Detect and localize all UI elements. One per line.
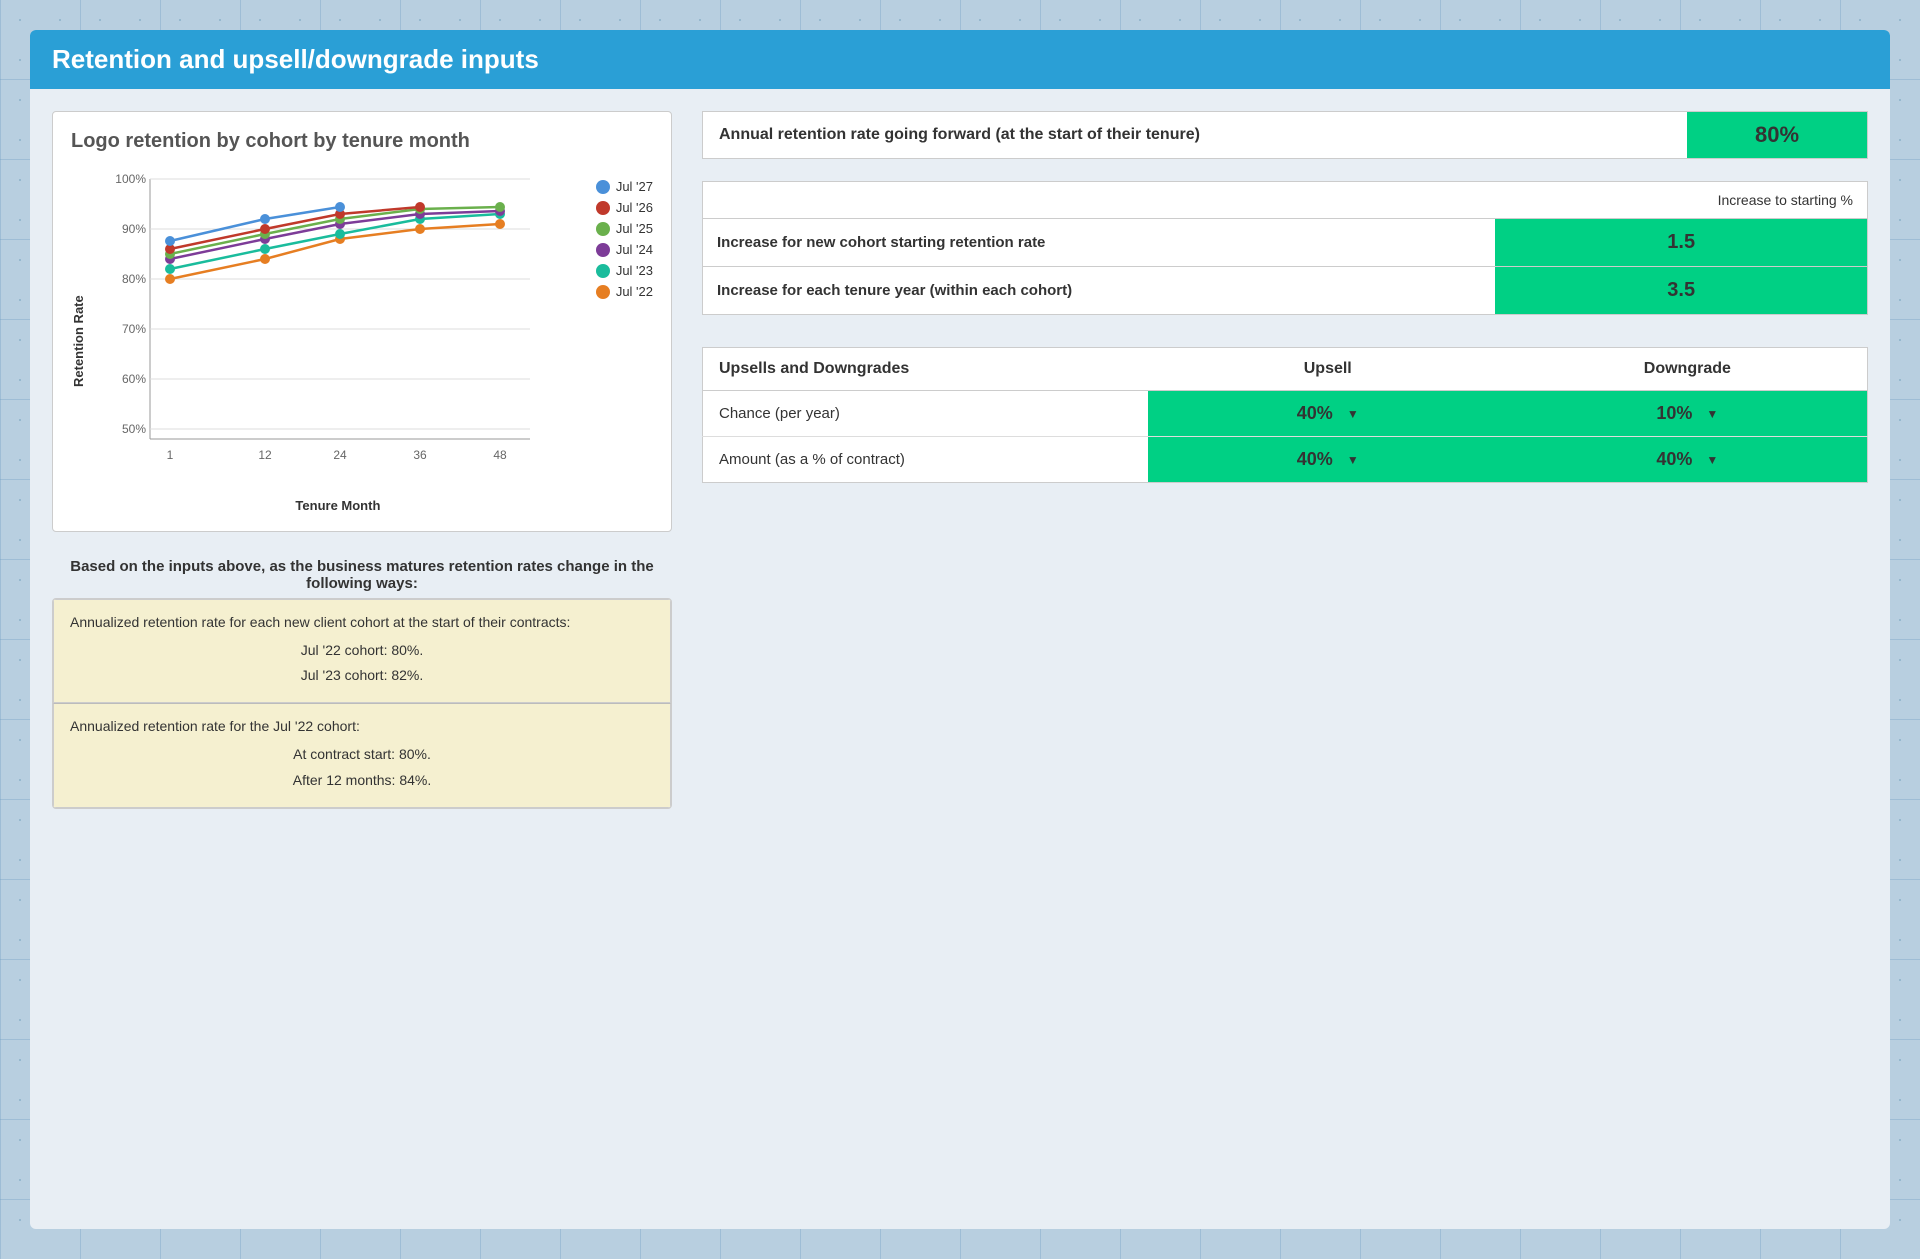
page-header: Retention and upsell/downgrade inputs bbox=[30, 30, 1890, 89]
upsells-row2-downgrade-value: 40% bbox=[1656, 449, 1692, 470]
svg-text:36: 36 bbox=[413, 448, 427, 462]
legend-item-jul25: Jul '25 bbox=[596, 221, 653, 236]
chart-area: Retention Rate bbox=[71, 169, 653, 513]
upsells-row2-label: Amount (as a % of contract) bbox=[703, 437, 1148, 483]
chart-container: Logo retention by cohort by tenure month… bbox=[52, 111, 672, 532]
legend-label-jul26: Jul '26 bbox=[616, 200, 653, 215]
upsells-row2-upsell[interactable]: 40% ▼ bbox=[1148, 437, 1508, 483]
legend-label-jul25: Jul '25 bbox=[616, 221, 653, 236]
legend-dot-jul23 bbox=[596, 264, 610, 278]
summary-box1-value2: Jul '23 cohort: 82%. bbox=[70, 663, 654, 688]
main-container: Retention and upsell/downgrade inputs Lo… bbox=[30, 30, 1890, 1229]
y-axis-label: Retention Rate bbox=[71, 169, 86, 513]
legend-item-jul22: Jul '22 bbox=[596, 284, 653, 299]
x-axis-label: Tenure Month bbox=[100, 498, 576, 513]
increase-row-1: Increase for new cohort starting retenti… bbox=[703, 219, 1868, 267]
legend-label-jul24: Jul '24 bbox=[616, 242, 653, 257]
svg-text:50%: 50% bbox=[122, 422, 146, 436]
summary-title: Based on the inputs above, as the busine… bbox=[52, 548, 672, 598]
legend-dot-jul24 bbox=[596, 243, 610, 257]
increase-row1-label: Increase for new cohort starting retenti… bbox=[703, 219, 1496, 267]
chart-inner: 100% 90% 80% 70% 60% 50% 1 12 24 36 48 bbox=[100, 169, 576, 513]
legend-item-jul27: Jul '27 bbox=[596, 179, 653, 194]
svg-text:90%: 90% bbox=[122, 222, 146, 236]
chart-legend: Jul '27 Jul '26 Jul '25 Jul '24 bbox=[596, 169, 653, 513]
summary-box1-label: Annualized retention rate for each new c… bbox=[70, 614, 654, 630]
upsells-col-upsell: Upsell bbox=[1148, 348, 1508, 391]
increase-row1-value[interactable]: 1.5 bbox=[1495, 219, 1867, 267]
legend-label-jul27: Jul '27 bbox=[616, 179, 653, 194]
svg-text:60%: 60% bbox=[122, 372, 146, 386]
annual-rate-label: Annual retention rate going forward (at … bbox=[703, 112, 1687, 158]
upsells-row1-downgrade[interactable]: 10% ▼ bbox=[1508, 391, 1868, 437]
upsells-row1-label: Chance (per year) bbox=[703, 391, 1148, 437]
upsells-section: Upsells and Downgrades Upsell Downgrade … bbox=[702, 347, 1868, 483]
upsells-row1-upsell[interactable]: 40% ▼ bbox=[1148, 391, 1508, 437]
summary-box2: Annualized retention rate for the Jul '2… bbox=[53, 703, 671, 807]
summary-box2-values: At contract start: 80%. After 12 months:… bbox=[70, 742, 654, 792]
increase-table-header: Increase to starting % bbox=[1495, 182, 1867, 219]
increase-table: Increase to starting % Increase for new … bbox=[702, 181, 1868, 315]
svg-text:24: 24 bbox=[333, 448, 347, 462]
upsells-row1-downgrade-value: 10% bbox=[1656, 403, 1692, 424]
summary-box1: Annualized retention rate for each new c… bbox=[53, 599, 671, 703]
svg-text:70%: 70% bbox=[122, 322, 146, 336]
chart-svg: 100% 90% 80% 70% 60% 50% 1 12 24 36 48 bbox=[100, 169, 540, 489]
summary-box1-values: Jul '22 cohort: 80%. Jul '23 cohort: 82%… bbox=[70, 638, 654, 688]
upsells-row2-downgrade[interactable]: 40% ▼ bbox=[1508, 437, 1868, 483]
upsells-row1-upsell-value: 40% bbox=[1297, 403, 1333, 424]
legend-dot-jul27 bbox=[596, 180, 610, 194]
legend-item-jul24: Jul '24 bbox=[596, 242, 653, 257]
svg-text:1: 1 bbox=[167, 448, 174, 462]
increase-table-empty-header bbox=[703, 182, 1496, 219]
dropdown-arrow-icon[interactable]: ▼ bbox=[1347, 407, 1359, 421]
legend-item-jul26: Jul '26 bbox=[596, 200, 653, 215]
svg-text:12: 12 bbox=[258, 448, 272, 462]
summary-box2-value2: After 12 months: 84%. bbox=[70, 768, 654, 793]
legend-item-jul23: Jul '23 bbox=[596, 263, 653, 278]
annual-rate-box: Annual retention rate going forward (at … bbox=[702, 111, 1868, 159]
summary-box2-value1: At contract start: 80%. bbox=[70, 742, 654, 767]
legend-label-jul22: Jul '22 bbox=[616, 284, 653, 299]
bottom-summary-wrapper: Based on the inputs above, as the busine… bbox=[52, 548, 672, 809]
upsells-header-row: Upsells and Downgrades Upsell Downgrade bbox=[703, 348, 1868, 391]
upsells-row-1: Chance (per year) 40% ▼ 10% ▼ bbox=[703, 391, 1868, 437]
increase-row2-label: Increase for each tenure year (within ea… bbox=[703, 267, 1496, 315]
increase-row-2: Increase for each tenure year (within ea… bbox=[703, 267, 1868, 315]
dropdown-arrow-icon-2[interactable]: ▼ bbox=[1706, 407, 1718, 421]
upsells-col-label: Upsells and Downgrades bbox=[703, 348, 1148, 391]
legend-dot-jul26 bbox=[596, 201, 610, 215]
page-title: Retention and upsell/downgrade inputs bbox=[52, 44, 539, 74]
upsells-table: Upsells and Downgrades Upsell Downgrade … bbox=[702, 347, 1868, 483]
increase-row2-value[interactable]: 3.5 bbox=[1495, 267, 1867, 315]
legend-dot-jul22 bbox=[596, 285, 610, 299]
bottom-section: Annualized retention rate for each new c… bbox=[52, 598, 672, 809]
summary-box1-value1: Jul '22 cohort: 80%. bbox=[70, 638, 654, 663]
svg-text:100%: 100% bbox=[115, 172, 146, 186]
legend-dot-jul25 bbox=[596, 222, 610, 236]
content-area: Logo retention by cohort by tenure month… bbox=[30, 89, 1890, 1228]
legend-label-jul23: Jul '23 bbox=[616, 263, 653, 278]
svg-text:48: 48 bbox=[493, 448, 507, 462]
dropdown-arrow-icon-3[interactable]: ▼ bbox=[1347, 453, 1359, 467]
right-panel: Annual retention rate going forward (at … bbox=[702, 111, 1868, 1206]
upsells-col-downgrade: Downgrade bbox=[1508, 348, 1868, 391]
svg-text:80%: 80% bbox=[122, 272, 146, 286]
left-panel: Logo retention by cohort by tenure month… bbox=[52, 111, 672, 1206]
annual-rate-value[interactable]: 80% bbox=[1687, 112, 1867, 158]
chart-title: Logo retention by cohort by tenure month bbox=[71, 130, 653, 153]
summary-box2-label: Annualized retention rate for the Jul '2… bbox=[70, 718, 654, 734]
dropdown-arrow-icon-4[interactable]: ▼ bbox=[1706, 453, 1718, 467]
upsells-row2-upsell-value: 40% bbox=[1297, 449, 1333, 470]
upsells-row-2: Amount (as a % of contract) 40% ▼ 40% bbox=[703, 437, 1868, 483]
